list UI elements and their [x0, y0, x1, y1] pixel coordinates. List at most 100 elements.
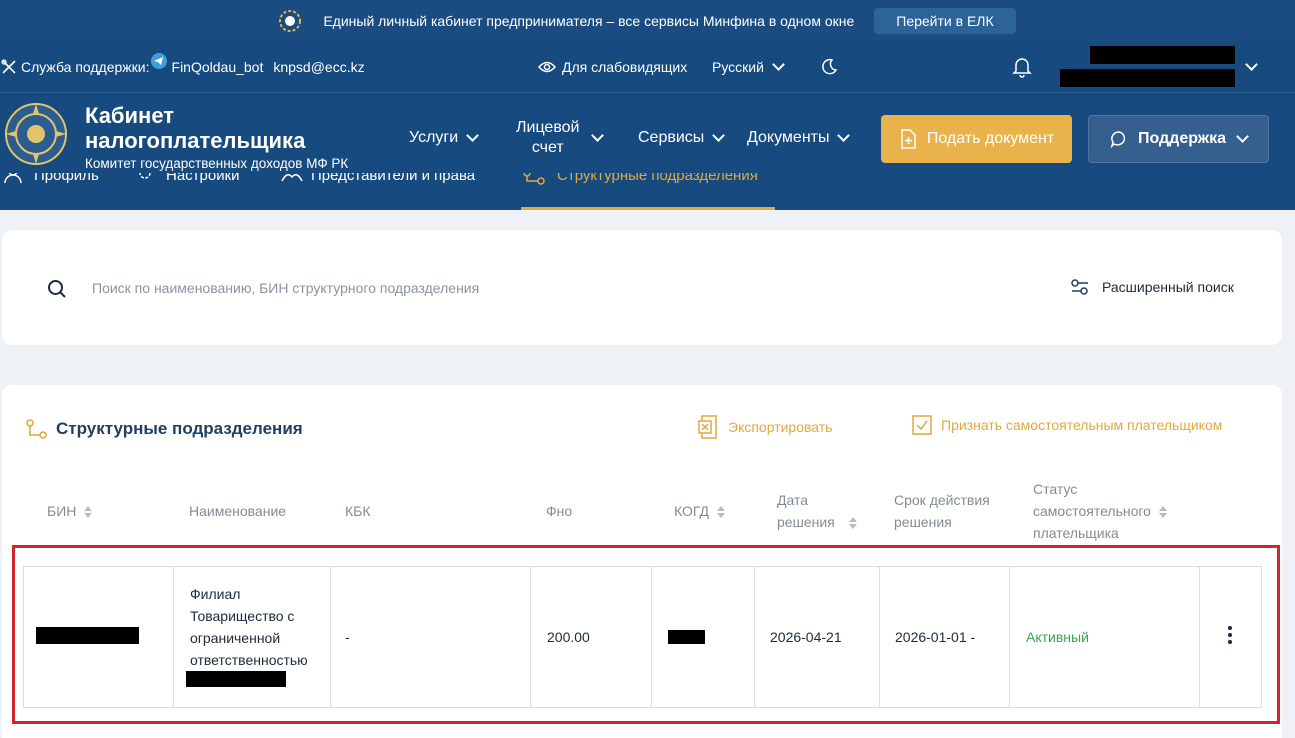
sort-icon	[1158, 505, 1167, 519]
promo-banner: Единый личный кабинет предпринимателя – …	[0, 0, 1295, 41]
export-label: Экспортировать	[728, 419, 833, 435]
search-card: Поиск по наименованию, БИН структурного …	[2, 230, 1282, 345]
chevron-down-icon	[1236, 130, 1249, 143]
support-contacts: Служба поддержки: FinQoldau_bot knpsd@ec…	[0, 41, 365, 93]
telegram-icon	[150, 53, 167, 69]
support-email-link[interactable]: knpsd@ecc.kz	[273, 59, 364, 75]
kgd-emblem-logo[interactable]	[3, 101, 69, 167]
chevron-down-icon	[712, 129, 726, 142]
menu-account-label: Лицевой счет	[516, 118, 579, 158]
tools-icon	[1, 59, 16, 74]
user-icon	[4, 173, 22, 183]
column-header-validity-line2: решения	[894, 514, 952, 530]
column-header-validity: Срок действия решения	[894, 489, 990, 533]
chevron-down-icon	[837, 129, 851, 142]
menu-tools-label: Сервисы	[638, 129, 705, 146]
support-button[interactable]: Поддержка	[1088, 115, 1269, 163]
language-label: Русский	[712, 59, 764, 75]
hierarchy-icon	[523, 173, 545, 185]
menu-tools[interactable]: Сервисы	[638, 93, 726, 183]
users-icon	[281, 174, 303, 182]
menu-account-line1: Лицевой	[516, 119, 580, 136]
submit-document-button[interactable]: Подать документ	[881, 115, 1072, 163]
search-icon	[48, 280, 66, 298]
notifications-button[interactable]	[1012, 41, 1032, 93]
column-header-bin[interactable]: БИН	[47, 500, 93, 522]
menu-services-label: Услуги	[409, 129, 459, 146]
excel-export-icon	[698, 415, 717, 439]
column-header-kogd[interactable]: КОГД	[674, 500, 726, 522]
tab-settings[interactable]: Настройки	[136, 173, 266, 210]
chevron-down-icon	[466, 129, 480, 142]
telegram-bot-link[interactable]: FinQoldau_bot	[172, 59, 264, 75]
bell-icon	[1012, 58, 1032, 78]
search-input[interactable]: Поиск по наименованию, БИН структурного …	[92, 280, 479, 296]
column-header-validity-line1: Срок действия	[894, 492, 990, 508]
submit-document-label: Подать документ	[926, 130, 1055, 147]
section-title-label: Структурные подразделения	[56, 419, 303, 438]
support-label: Служба поддержки:	[21, 59, 150, 75]
tab-representatives[interactable]: Представители и права	[281, 173, 511, 210]
chat-bubble-icon	[1110, 131, 1126, 148]
export-button[interactable]: Экспортировать	[698, 415, 832, 439]
recognize-independent-payer-button[interactable]: Признать самостоятельным плательщиком	[912, 415, 1222, 435]
menu-account-line2: счет	[531, 139, 564, 156]
cabinet-title-line1: Кабинет	[85, 103, 175, 128]
cabinet-title: Кабинет налогоплательщика	[85, 103, 305, 153]
moon-icon	[822, 58, 838, 75]
tab-structural-divisions[interactable]: Структурные подразделения	[521, 173, 775, 210]
eye-icon	[538, 61, 556, 73]
cabinet-subtitle: Комитет государственных доходов МФ РК	[85, 156, 349, 171]
chevron-down-icon	[1245, 58, 1258, 71]
filter-sliders-icon	[1071, 279, 1088, 295]
column-header-fno: Фно	[546, 503, 573, 519]
low-vision-toggle[interactable]: Для слабовидящих	[538, 41, 687, 93]
menu-personal-account[interactable]: Лицевой счет	[516, 93, 605, 183]
column-header-name: Наименование	[189, 503, 287, 519]
chevron-down-icon	[591, 129, 605, 142]
hierarchy-icon	[26, 419, 47, 439]
tab-representatives-label: Представители и права	[311, 173, 476, 184]
checkbox-check-icon	[912, 415, 932, 435]
menu-services[interactable]: Услуги	[409, 93, 480, 183]
gear-icon	[139, 173, 151, 179]
document-add-icon	[901, 129, 916, 149]
column-header-status-line1: Статус	[1033, 481, 1078, 497]
tab-profile[interactable]: Профиль	[4, 173, 124, 210]
user-menu-toggle[interactable]	[1237, 41, 1258, 93]
sort-icon	[848, 516, 857, 530]
section-title: Структурные подразделения	[26, 419, 303, 439]
advanced-search-button[interactable]: Расширенный поиск	[1070, 278, 1234, 296]
column-header-status[interactable]: Статус самостоятельного плательщика	[1033, 478, 1167, 544]
tab-settings-label: Настройки	[166, 173, 240, 184]
chevron-down-icon	[772, 58, 785, 71]
profile-subtabs: Профиль Настройки Представители и права …	[0, 173, 1295, 210]
column-header-status-line2: самостоятельного	[1033, 503, 1151, 519]
main-navbar: Кабинет налогоплательщика Комитет госуда…	[0, 93, 1295, 210]
cabinet-title-line2: налогоплательщика	[85, 128, 306, 153]
column-header-decision-date[interactable]: Дата решения	[777, 489, 857, 533]
column-header-kbk: КБК	[345, 503, 371, 519]
top-bar: Служба поддержки: FinQoldau_bot knpsd@ec…	[0, 41, 1295, 93]
column-header-kogd-label: КОГД	[674, 503, 710, 519]
sun-logo-icon	[279, 9, 302, 32]
sort-icon	[717, 505, 726, 519]
go-to-elk-button[interactable]: Перейти в ЕЛК	[874, 7, 1016, 34]
highlight-frame	[12, 545, 1280, 724]
low-vision-label: Для слабовидящих	[562, 59, 688, 75]
language-select[interactable]: Русский	[712, 41, 785, 93]
menu-documents[interactable]: Документы	[747, 93, 851, 183]
recognize-label: Признать самостоятельным плательщиком	[941, 417, 1223, 433]
advanced-search-label: Расширенный поиск	[1102, 279, 1234, 295]
tab-structural-divisions-label: Структурные подразделения	[557, 173, 758, 184]
theme-toggle[interactable]	[820, 41, 838, 93]
column-header-bin-label: БИН	[47, 503, 77, 519]
redacted-user-org	[1060, 69, 1235, 87]
promo-text: Единый личный кабинет предпринимателя – …	[323, 12, 855, 29]
redacted-user-name	[1090, 46, 1235, 64]
support-button-label: Поддержка	[1137, 130, 1227, 147]
menu-documents-label: Документы	[747, 129, 830, 146]
column-header-decision-date-line1: Дата	[777, 492, 809, 508]
column-header-status-line3: плательщика	[1033, 525, 1119, 541]
column-header-decision-date-line2: решения	[777, 514, 835, 530]
